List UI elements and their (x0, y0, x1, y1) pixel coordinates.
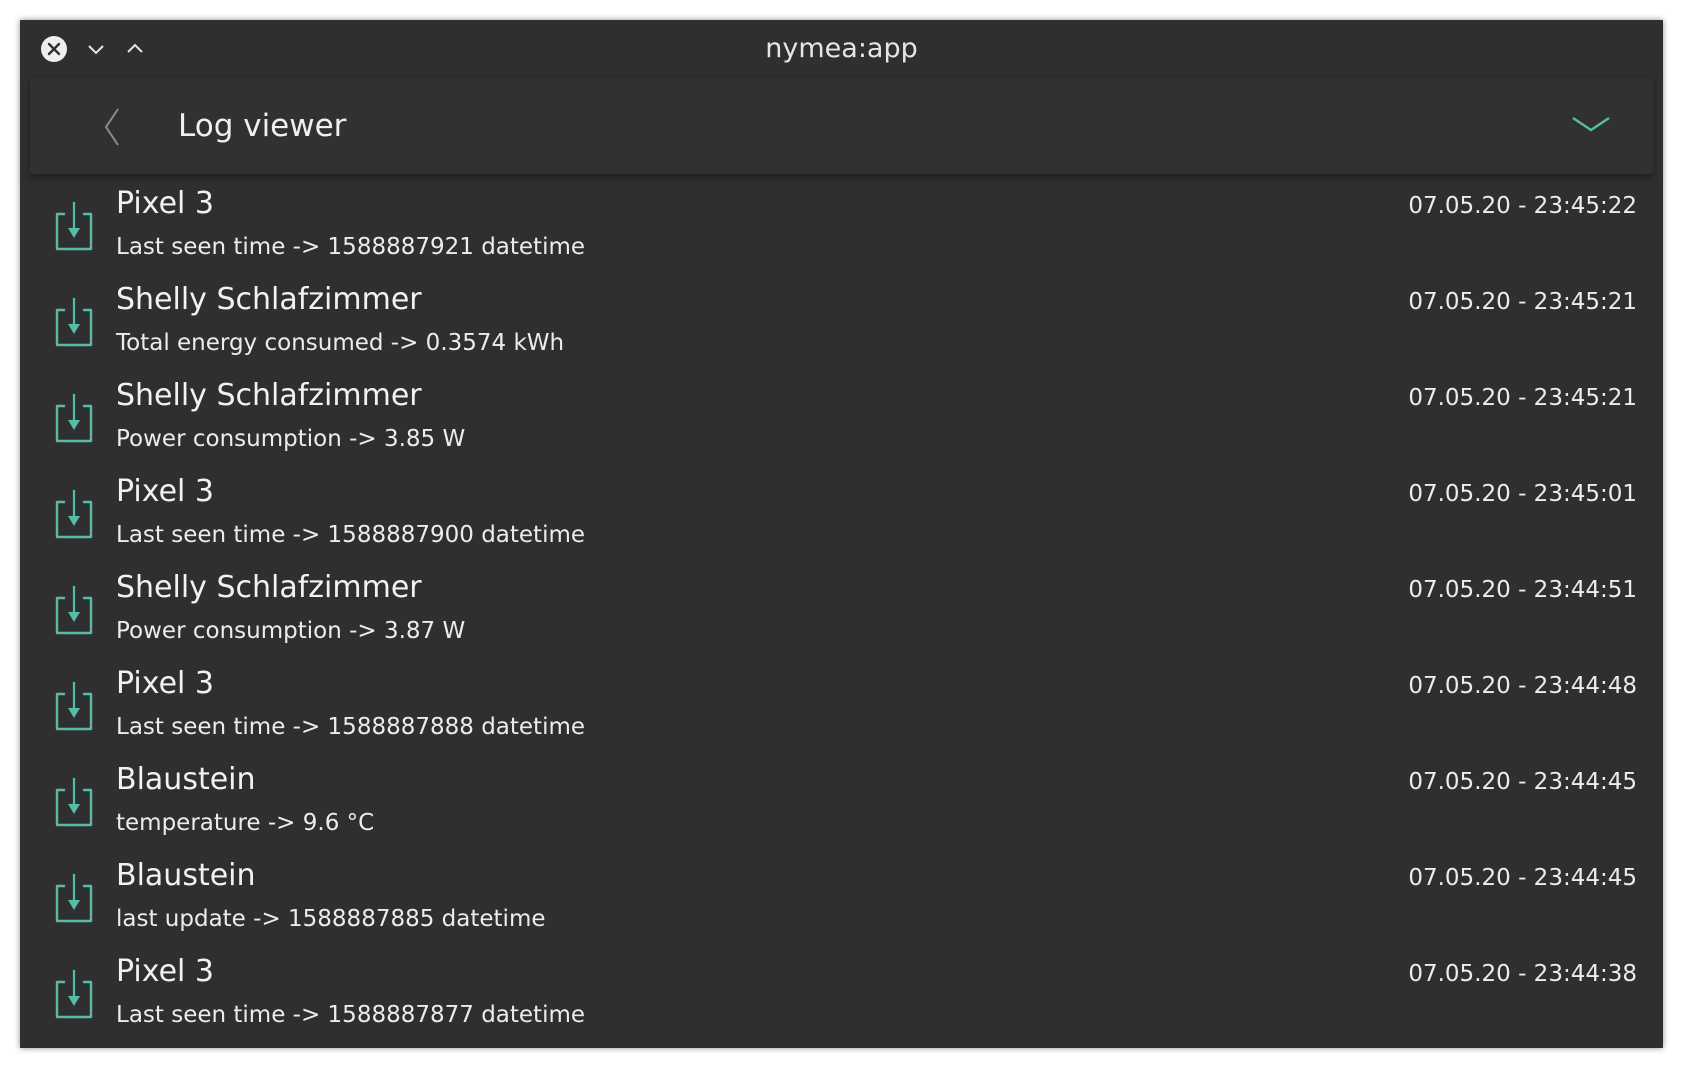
log-event-text: Total energy consumed -> 0.3574 kWh (116, 330, 565, 356)
log-timestamp: 07.05.20 - 23:44:48 (1408, 673, 1637, 699)
log-timestamp: 07.05.20 - 23:44:45 (1408, 865, 1637, 891)
minimize-button[interactable] (81, 34, 111, 64)
log-entry[interactable]: Shelly Schlafzimmer Total energy consumed… (20, 274, 1663, 370)
log-entry[interactable]: Shelly Schlafzimmer Power consumption -> … (20, 370, 1663, 466)
download-arrow-icon (55, 970, 93, 1019)
log-timestamp: 07.05.20 - 23:44:45 (1408, 769, 1637, 795)
log-device-name: Shelly Schlafzimmer (116, 282, 422, 317)
chevron-down-icon (88, 45, 104, 55)
log-device-name: Blaustein (116, 762, 256, 797)
log-entry[interactable]: Shelly Schlafzimmer Power consumption -> … (20, 562, 1663, 658)
close-icon (41, 36, 67, 62)
log-device-name: Pixel 3 (116, 666, 215, 701)
log-timestamp: 07.05.20 - 23:45:21 (1408, 289, 1637, 315)
log-device-name: Shelly Schlafzimmer (116, 570, 422, 605)
chevron-down-icon (1572, 117, 1610, 132)
log-event-text: Last seen time -> 1588887900 datetime (116, 522, 586, 548)
download-arrow-icon (55, 490, 93, 539)
log-entry[interactable]: Pixel 3 Last seen time -> 1588887877 date… (20, 946, 1663, 1042)
log-device-name: Pixel 3 (116, 186, 215, 221)
title-bar[interactable]: nymea:app (20, 20, 1663, 78)
window-title: nymea:app (765, 33, 918, 64)
log-event-text: Power consumption -> 3.87 W (116, 618, 466, 644)
log-event-text: Last seen time -> 1588887921 datetime (116, 234, 586, 260)
log-timestamp: 07.05.20 - 23:44:51 (1408, 577, 1637, 603)
log-device-name: Shelly Schlafzimmer (116, 378, 422, 413)
log-device-name: Blaustein (116, 858, 256, 893)
download-arrow-icon (55, 394, 93, 443)
log-timestamp: 07.05.20 - 23:44:38 (1408, 961, 1637, 987)
download-arrow-icon (55, 298, 93, 347)
log-timestamp: 07.05.20 - 23:45:21 (1408, 385, 1637, 411)
download-arrow-icon (55, 778, 93, 827)
log-event-text: temperature -> 9.6 °C (116, 810, 375, 836)
chevron-up-icon (127, 43, 143, 53)
app-window: nymea:app Log viewer Pixel 3 Last seen t… (20, 20, 1663, 1048)
log-event-text: Power consumption -> 3.85 W (116, 426, 466, 452)
close-button[interactable] (39, 34, 69, 64)
log-device-name: Pixel 3 (116, 954, 215, 989)
log-entry[interactable]: Blaustein temperature -> 9.6 °C 07.05.20 -… (20, 754, 1663, 850)
log-entry[interactable]: Blaustein last update -> 1588887885 datet… (20, 850, 1663, 946)
back-button[interactable] (100, 106, 124, 148)
maximize-button[interactable] (120, 34, 150, 64)
log-entry[interactable]: Pixel 3 Last seen time -> 1588887921 date… (20, 178, 1663, 274)
log-list[interactable]: Pixel 3 Last seen time -> 1588887921 date… (20, 174, 1663, 1048)
log-timestamp: 07.05.20 - 23:45:22 (1408, 193, 1637, 219)
back-chevron-icon (104, 108, 119, 146)
header-menu-button[interactable] (1569, 112, 1613, 138)
log-event-text: Last seen time -> 1588887877 datetime (116, 1002, 586, 1028)
page-header: Log viewer (30, 78, 1653, 174)
download-arrow-icon (55, 586, 93, 635)
download-arrow-icon (55, 202, 93, 251)
log-entry[interactable]: Pixel 3 Last seen time -> 1588887888 date… (20, 658, 1663, 754)
log-timestamp: 07.05.20 - 23:45:01 (1408, 481, 1637, 507)
log-device-name: Pixel 3 (116, 474, 215, 509)
page-title: Log viewer (178, 108, 347, 144)
download-arrow-icon (55, 874, 93, 923)
log-event-text: Last seen time -> 1588887888 datetime (116, 714, 586, 740)
log-event-text: last update -> 1588887885 datetime (116, 906, 546, 932)
log-entry[interactable]: Pixel 3 Last seen time -> 1588887900 date… (20, 466, 1663, 562)
download-arrow-icon (55, 682, 93, 731)
